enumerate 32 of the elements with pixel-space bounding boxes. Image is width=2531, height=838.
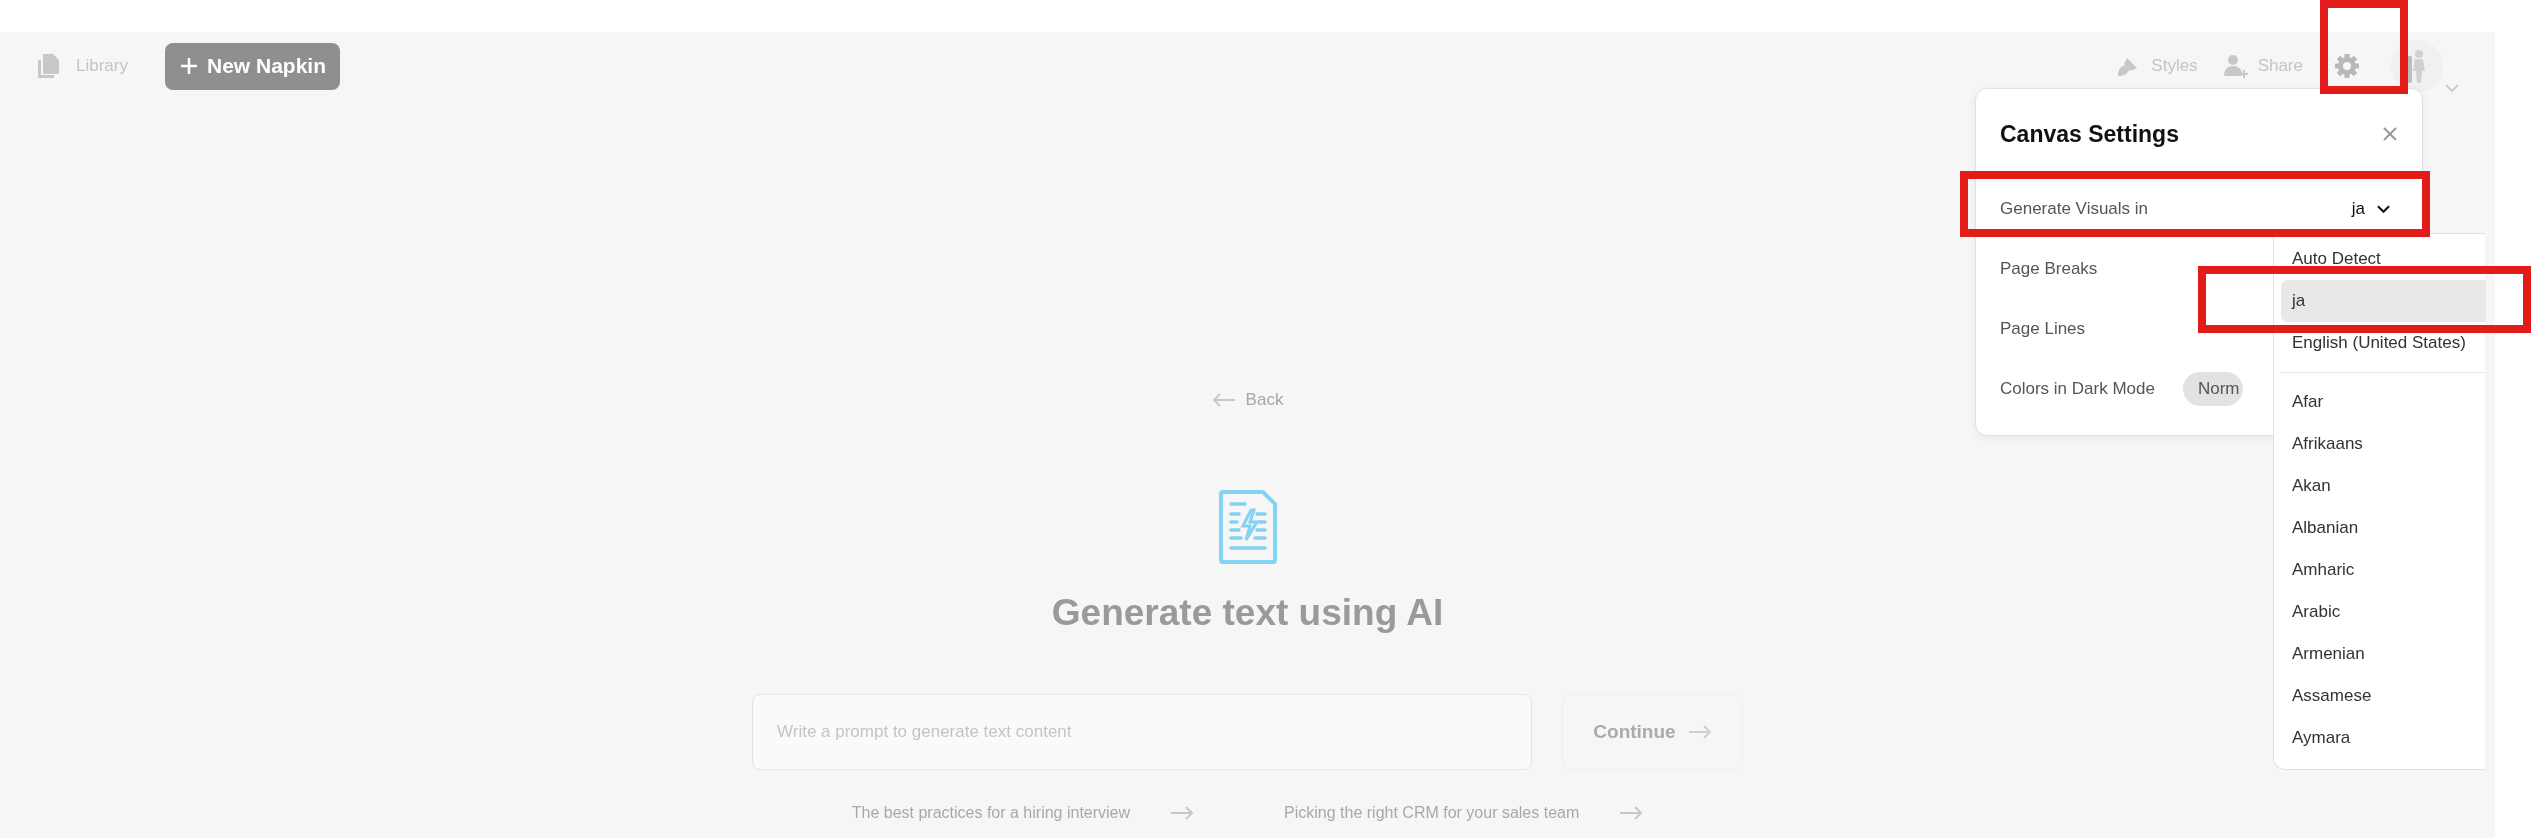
right-arrow-icon [1170, 806, 1195, 820]
language-option[interactable]: Albanian [2281, 518, 2486, 538]
close-icon[interactable] [2382, 126, 2398, 142]
document-bolt-icon [1218, 490, 1277, 564]
language-option[interactable]: Armenian [2281, 644, 2486, 664]
chevron-down-icon [2377, 205, 2390, 213]
plus-icon [178, 56, 199, 76]
language-option[interactable]: Akan [2281, 476, 2486, 496]
setting-label: Page Breaks [2000, 259, 2098, 279]
setting-label: Generate Visuals in [2000, 199, 2149, 219]
language-option[interactable]: ja [2281, 280, 2486, 322]
add-user-icon [2221, 52, 2250, 80]
settings-icon[interactable] [2333, 52, 2361, 80]
right-arrow-icon [1687, 725, 1712, 739]
mode-pill[interactable]: Norm [2182, 372, 2243, 406]
page-title: Generate text using AI [1051, 592, 1444, 634]
language-option[interactable]: Aymara [2281, 728, 2486, 748]
setting-label: Page Lines [2000, 319, 2086, 339]
panel-title: Canvas Settings [2000, 120, 2179, 148]
language-select[interactable]: ja [2351, 199, 2398, 219]
language-option[interactable]: Amharic [2281, 560, 2486, 580]
language-option[interactable]: Afar [2281, 392, 2486, 412]
chevron-down-icon[interactable] [2445, 84, 2459, 92]
right-arrow-icon [1619, 806, 1644, 820]
language-option[interactable]: Arabic [2281, 602, 2486, 622]
language-option[interactable]: Afrikaans [2281, 434, 2486, 454]
documents-icon [36, 52, 62, 80]
setting-label: Colors in Dark Mode [2000, 379, 2155, 399]
language-option[interactable]: English (United States) [2281, 333, 2486, 353]
language-option[interactable]: Assamese [2281, 686, 2486, 706]
left-arrow-icon [1211, 393, 1236, 407]
language-option[interactable]: Auto Detect [2281, 249, 2486, 269]
